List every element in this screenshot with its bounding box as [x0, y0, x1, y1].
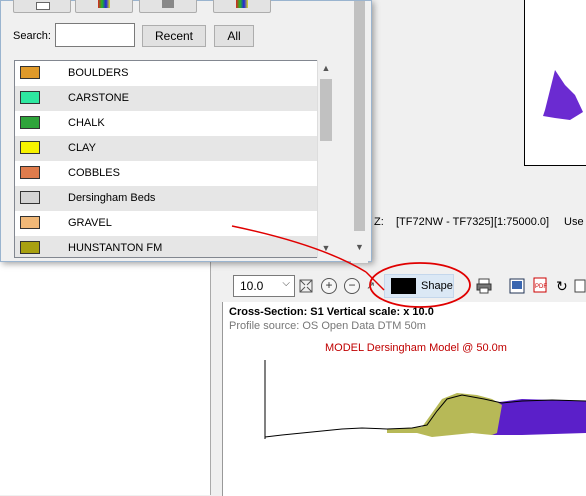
palette-icon — [236, 0, 248, 8]
list-item-label: CARSTONE — [68, 92, 129, 104]
status-bar: Z: [TF72NW - TF7325] [1:75000.0] Use S — [372, 208, 586, 236]
list-item[interactable]: GRAVEL — [15, 211, 318, 236]
list-scrollbar[interactable]: ▲ ▼ — [317, 60, 334, 258]
list-item-label: GRAVEL — [68, 217, 112, 229]
chalk-swatch — [20, 116, 40, 129]
print-icon[interactable] — [476, 278, 492, 294]
dialog-scroll-down-icon[interactable]: ▼ — [351, 239, 368, 256]
vertical-scale-select[interactable]: 10.0 ⌵ — [233, 275, 295, 297]
list-item[interactable]: CLAY — [15, 136, 318, 161]
dialog-scroll-thumb[interactable] — [354, 1, 365, 231]
chevron-down-icon: ⌵ — [282, 278, 290, 289]
status-sheet: [TF72NW - TF7325] — [396, 216, 494, 228]
boulders-swatch — [20, 66, 40, 79]
scroll-thumb[interactable] — [320, 79, 332, 141]
shape-button[interactable]: Shape — [384, 274, 454, 298]
list-item-label: HUNSTANTON FM — [68, 242, 163, 254]
zoom-in-icon[interactable]: + — [321, 278, 337, 294]
shape-label: Shape — [421, 280, 453, 292]
svg-text:PDF: PDF — [535, 284, 547, 290]
left-pane — [0, 262, 211, 495]
list-item[interactable]: HUNSTANTON FM — [15, 236, 318, 257]
pdf-icon[interactable]: PDF — [532, 277, 548, 293]
toolbar-button-4[interactable] — [213, 0, 271, 13]
list-item-label: CLAY — [68, 142, 96, 154]
pattern-icon — [162, 0, 174, 8]
clay-swatch — [20, 141, 40, 154]
map-view[interactable] — [524, 0, 586, 166]
carstone-swatch — [20, 91, 40, 104]
list-item-label: Dersingham Beds — [68, 192, 156, 204]
legend-dialog: Search: Recent All BOULDERS CARSTONE CHA… — [0, 0, 372, 263]
list-item[interactable]: COBBLES — [15, 161, 318, 186]
all-button[interactable]: All — [214, 25, 254, 47]
toolbar-button-2[interactable] — [75, 0, 133, 13]
scroll-up-icon[interactable]: ▲ — [318, 60, 334, 77]
toolbar-button-1[interactable] — [13, 0, 71, 13]
list-item-label: COBBLES — [68, 167, 120, 179]
list-item-label: BOULDERS — [68, 67, 129, 79]
cross-section-title: Cross-Section: S1 Vertical scale: x 10.0 — [229, 306, 434, 318]
more-icon[interactable] — [574, 278, 586, 294]
dersingham-beds-swatch — [20, 191, 40, 204]
search-label: Search: — [13, 30, 51, 42]
scroll-down-icon[interactable]: ▼ — [318, 240, 334, 257]
status-trailing: Use S — [564, 216, 586, 228]
recent-button[interactable]: Recent — [142, 25, 206, 47]
toolbar-button-3[interactable] — [139, 0, 197, 13]
vertical-scale-value: 10.0 — [240, 279, 264, 293]
dialog-scrollbar[interactable]: ▼ — [351, 1, 368, 263]
blank-icon — [36, 2, 50, 10]
refresh-icon[interactable]: ↻ — [556, 278, 572, 294]
list-item[interactable]: CHALK — [15, 111, 318, 136]
list-item[interactable]: Dersingham Beds — [15, 186, 318, 211]
hunstanton-fm-swatch — [20, 241, 40, 254]
zoom-out-icon[interactable]: − — [344, 278, 360, 294]
shape-color-swatch — [391, 278, 416, 294]
legend-list: BOULDERS CARSTONE CHALK CLAY COBBLES Der… — [14, 60, 334, 258]
cross-section-profile — [264, 360, 586, 439]
list-item[interactable]: CARSTONE — [15, 86, 318, 111]
status-prefix: Z: — [374, 216, 384, 228]
profile-source: Profile source: OS Open Data DTM 50m — [229, 320, 426, 332]
map-shape — [543, 70, 583, 120]
list-item[interactable]: BOULDERS — [15, 61, 318, 86]
list-item-label: CHALK — [68, 117, 105, 129]
arrow-icon[interactable]: ↗ — [366, 279, 382, 295]
search-input[interactable] — [55, 23, 135, 47]
export-image-icon[interactable] — [509, 278, 525, 294]
palette-icon — [98, 0, 110, 8]
status-scale: [1:75000.0] — [494, 216, 550, 228]
gravel-swatch — [20, 216, 40, 229]
fit-extent-icon[interactable] — [298, 278, 314, 294]
model-label: MODEL Dersingham Model @ 50.0m — [325, 342, 507, 354]
cobbles-swatch — [20, 166, 40, 179]
